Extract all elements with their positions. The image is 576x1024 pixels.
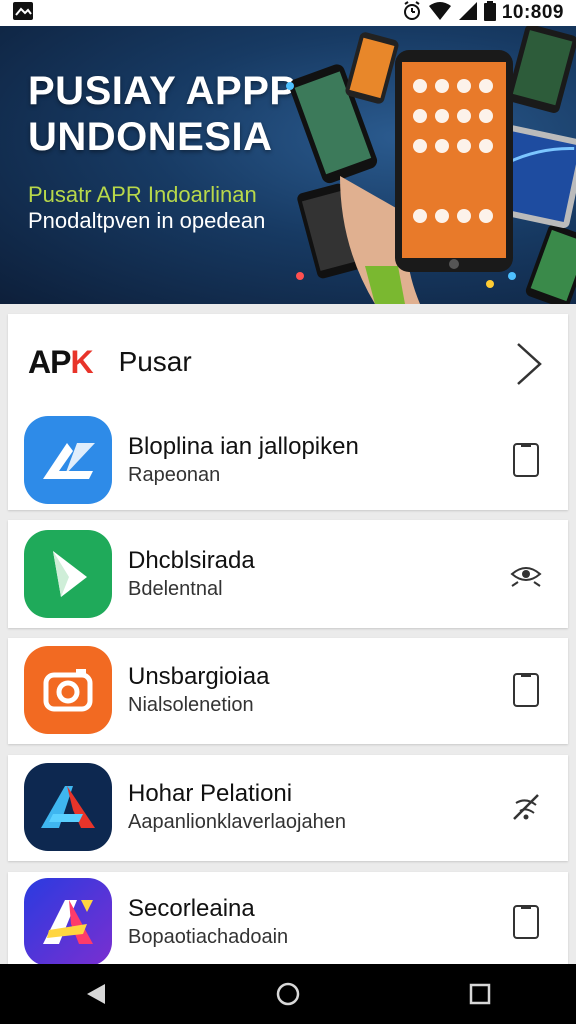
app-store-icon — [24, 416, 112, 504]
app-name: Hohar Pelationi — [128, 780, 293, 807]
signal-icon — [458, 1, 478, 26]
banner-title-line2: UNDONESIA — [28, 115, 273, 159]
chevron-right-icon[interactable] — [514, 342, 544, 391]
apk-logo-text: AP — [28, 343, 71, 380]
phone-outline-icon[interactable] — [506, 670, 546, 710]
play-arrow-icon — [24, 530, 112, 618]
list-item[interactable]: Bloplina ian jallopiken Rapeonan — [8, 410, 568, 510]
app-subtitle: Bdelentnal — [128, 578, 223, 600]
recents-square-icon[interactable] — [450, 964, 510, 1024]
banner-title: PUSIAY APPP UNDONESIA — [28, 68, 297, 160]
no-signal-icon[interactable] — [506, 787, 546, 827]
camera-icon — [24, 646, 112, 734]
status-bar: 10:809 — [0, 0, 576, 26]
list-item[interactable]: Secorleaina Bopaotiachadoain — [8, 872, 568, 966]
wifi-icon — [428, 1, 452, 26]
list-item[interactable]: Unsbargioiaa Nialsolenetion — [8, 638, 568, 744]
app-name: Secorleaina — [128, 895, 255, 922]
apk-pusar-header[interactable]: AP K Pusar — [8, 314, 568, 410]
phone-outline-icon[interactable] — [506, 902, 546, 942]
back-triangle-icon[interactable] — [66, 964, 126, 1024]
eye-scan-icon[interactable] — [506, 554, 546, 594]
alarm-icon — [402, 0, 422, 26]
blue-a-icon — [24, 763, 112, 851]
home-circle-icon[interactable] — [258, 964, 318, 1024]
app-name: Dhcblsirada — [128, 547, 255, 574]
app-subtitle: Rapeonan — [128, 464, 221, 486]
apk-logo-accent: K — [70, 343, 93, 380]
app-subtitle: Nialsolenetion — [128, 694, 254, 716]
header-title: Pusar — [118, 346, 192, 377]
banner-subtitle-line2: Pnodaltpven in opedean — [28, 208, 266, 233]
banner-title-line1: PUSIAY APPP — [28, 69, 297, 113]
navigation-bar — [0, 964, 576, 1024]
battery-icon — [483, 0, 496, 26]
app-name: Unsbargioiaa — [128, 663, 270, 690]
status-time: 10:809 — [501, 2, 564, 23]
promo-banner[interactable]: PUSIAY APPP UNDONESIA Pusatr APR Indoarl… — [0, 26, 576, 304]
list-item[interactable]: Hohar Pelationi Aapanlionklaverlaojahen — [8, 755, 568, 861]
phone-outline-icon[interactable] — [506, 440, 546, 480]
app-subtitle: Aapanlionklaverlaojahen — [128, 811, 346, 833]
app-name: Bloplina ian jallopiken — [128, 433, 359, 460]
app-subtitle: Bopaotiachadoain — [128, 926, 289, 948]
banner-subtitle-line1: Pusatr APR Indoarlinan — [28, 182, 257, 207]
gallery-icon — [12, 1, 34, 26]
banner-phones-illustration — [286, 26, 576, 304]
gradient-a-icon — [24, 878, 112, 966]
apk-logo: AP K — [28, 343, 94, 381]
list-item[interactable]: Dhcblsirada Bdelentnal — [8, 520, 568, 628]
apk-pusar-card: AP K Pusar Bloplina ian jallopiken Rapeon… — [8, 314, 568, 510]
